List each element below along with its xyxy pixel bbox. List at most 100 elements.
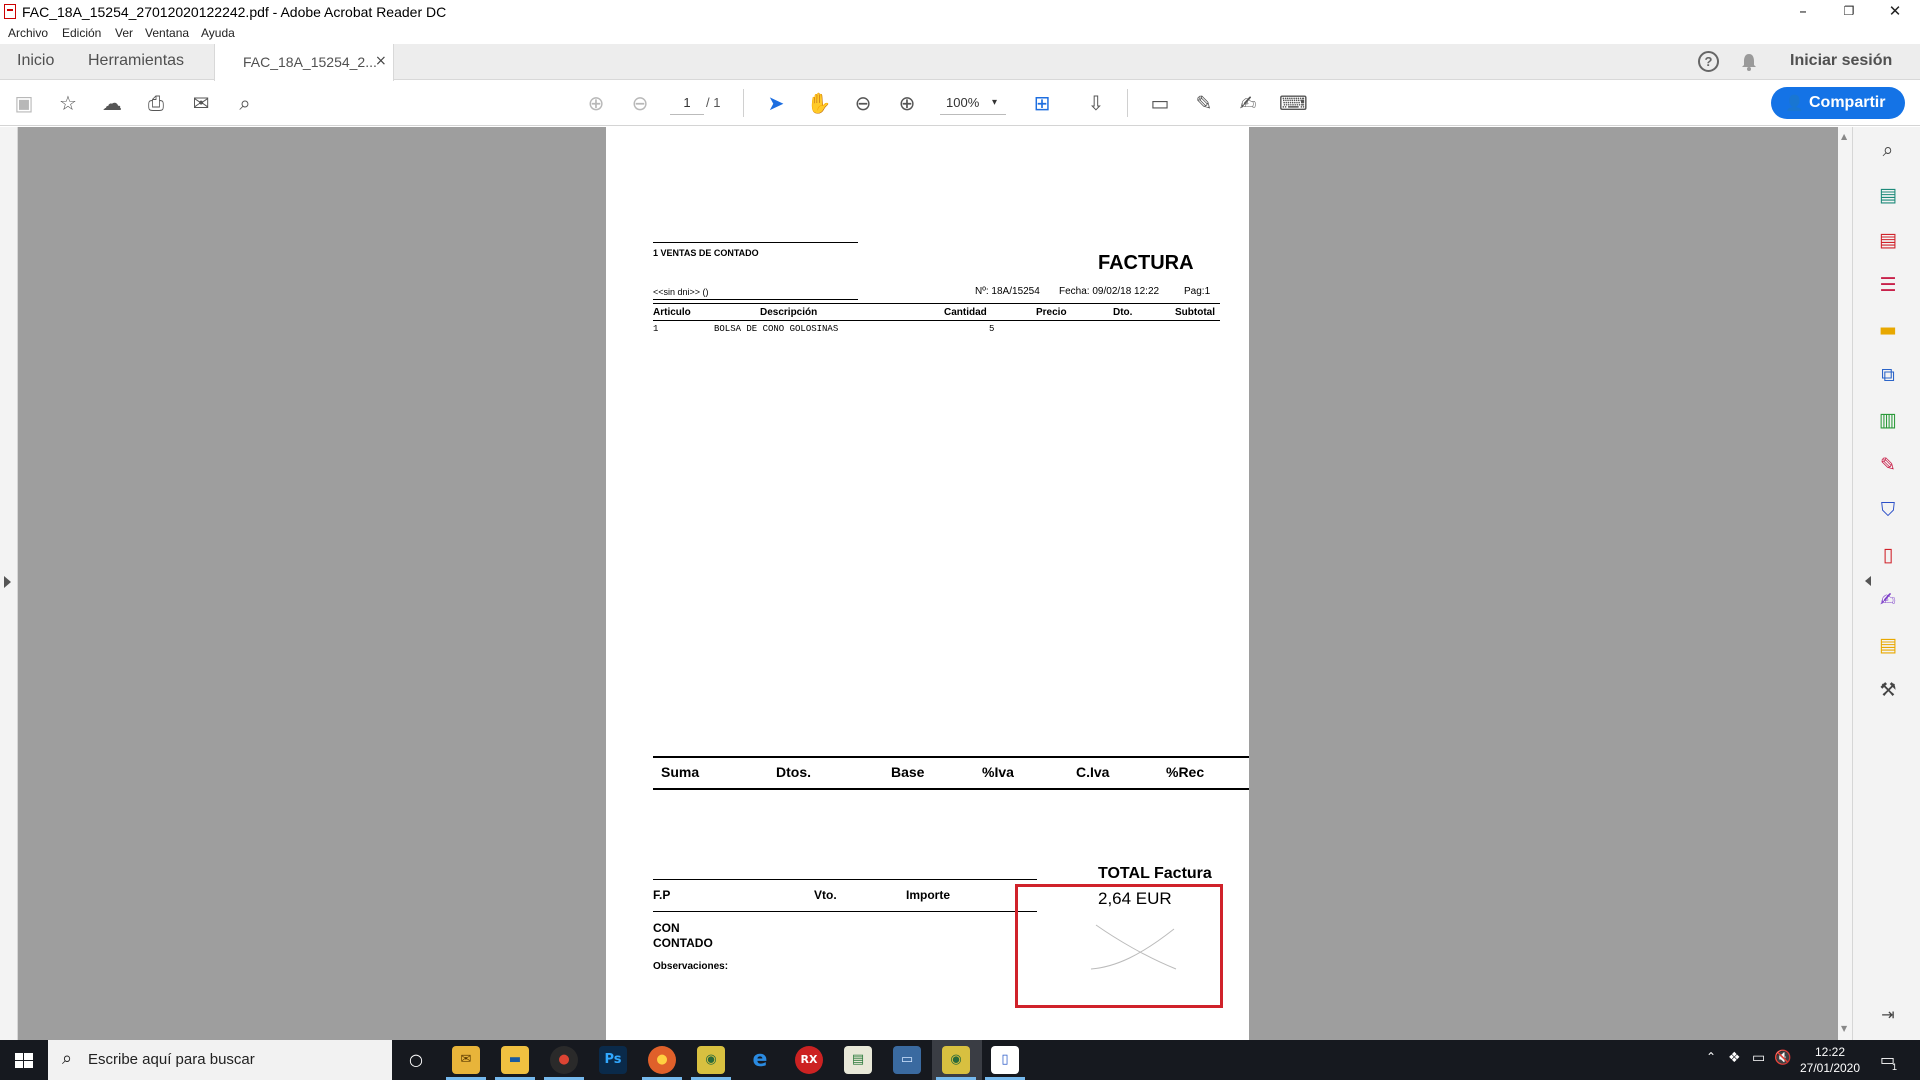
- title-bar: FAC_18A_15254_27012020122242.pdf - Adobe…: [0, 0, 1920, 24]
- acrobat-doc-icon[interactable]: ▯: [991, 1046, 1019, 1074]
- sign-icon[interactable]: ✍: [1235, 90, 1261, 116]
- invoice-number: Nº: 18A/15254: [975, 286, 1040, 297]
- mail-folder-icon[interactable]: ✉: [452, 1046, 480, 1074]
- window-app-icon[interactable]: ▭: [893, 1046, 921, 1074]
- totals-dtos: Dtos.: [776, 764, 811, 780]
- file-explorer-icon[interactable]: ▬: [501, 1046, 529, 1074]
- tools-icon[interactable]: ⚒: [1875, 677, 1901, 703]
- zoom-select[interactable]: 100% ▾: [940, 93, 1006, 115]
- chrome-icon[interactable]: ●: [550, 1046, 578, 1074]
- taskbar-clock[interactable]: 12:22 27/01/2020: [1794, 1044, 1866, 1076]
- hand-tool-icon[interactable]: ✋: [806, 90, 832, 116]
- rx-icon[interactable]: RX: [795, 1046, 823, 1074]
- collapse-right-icon[interactable]: [1865, 576, 1871, 586]
- zoom-out-icon[interactable]: ⊖: [850, 90, 876, 116]
- scan-icon[interactable]: ▥: [1875, 407, 1901, 433]
- firefox-icon[interactable]: ●: [648, 1046, 676, 1074]
- notepad-icon[interactable]: ▤: [844, 1046, 872, 1074]
- zoom-icon[interactable]: ⌕: [1875, 137, 1901, 163]
- add-user-icon: 👤: [1785, 94, 1804, 112]
- tab-document[interactable]: FAC_18A_15254_2... ×: [214, 44, 394, 81]
- totals-suma: Suma: [661, 764, 700, 780]
- menu-bar: Archivo Edición Ver Ventana Ayuda: [0, 24, 1920, 44]
- divider: [653, 320, 1220, 321]
- close-tab-icon[interactable]: ×: [375, 53, 387, 69]
- upload-cloud-icon[interactable]: ☁: [99, 90, 125, 116]
- windows-logo-icon: [15, 1053, 33, 1068]
- photoshop-icon[interactable]: Ps: [599, 1046, 627, 1074]
- protect-icon[interactable]: ⛉: [1875, 497, 1901, 523]
- totals-base: Base: [891, 764, 925, 780]
- fit-page-icon[interactable]: ⊞: [1029, 90, 1055, 116]
- fill-sign-icon[interactable]: ✎: [1875, 452, 1901, 478]
- menu-ver[interactable]: Ver: [115, 26, 133, 40]
- combine-files-icon[interactable]: ⧉: [1875, 362, 1901, 388]
- page-down-icon[interactable]: ⊖: [627, 90, 653, 116]
- cortana-icon[interactable]: ○: [402, 1046, 430, 1074]
- vertical-scrollbar[interactable]: ▲ ▼: [1838, 127, 1852, 1040]
- restore-button[interactable]: ❐: [1826, 0, 1872, 24]
- divider: [653, 299, 858, 300]
- customer-group: 1 VENTAS DE CONTADO: [653, 248, 759, 258]
- page-up-icon[interactable]: ⊕: [583, 90, 609, 116]
- export-pdf-icon[interactable]: ▤: [1875, 227, 1901, 253]
- tab-herramientas[interactable]: Herramientas: [88, 52, 184, 70]
- left-panel-toggle[interactable]: [0, 127, 18, 1040]
- tab-bar: Inicio Herramientas FAC_18A_15254_2... ×…: [0, 44, 1920, 81]
- toolbar-separator: [1127, 89, 1128, 117]
- tab-inicio[interactable]: Inicio: [17, 52, 54, 70]
- divider: [653, 788, 1249, 790]
- scroll-down-icon[interactable]: ▼: [1841, 1024, 1847, 1033]
- payment-importe: Importe: [906, 888, 951, 902]
- divider: [653, 879, 1037, 880]
- zoom-in-icon[interactable]: ⊕: [894, 90, 920, 116]
- comment-icon[interactable]: ▭: [1147, 90, 1173, 116]
- payment-method-line2: CONTADO: [653, 936, 713, 950]
- sign-icon[interactable]: ✍: [1875, 587, 1901, 613]
- comment-icon[interactable]: ▬: [1875, 317, 1901, 343]
- edge-icon[interactable]: e: [746, 1046, 774, 1074]
- payment-vto: Vto.: [814, 888, 837, 902]
- menu-ventana[interactable]: Ventana: [145, 26, 189, 40]
- scroll-mode-icon[interactable]: ⇩: [1083, 90, 1109, 116]
- col-cantidad: Cantidad: [944, 307, 987, 318]
- collapse-panel-icon[interactable]: ⇥: [1875, 1002, 1901, 1028]
- pdf-file-icon: [4, 4, 16, 19]
- organize-pages-icon[interactable]: ☰: [1875, 272, 1901, 298]
- select-arrow-icon[interactable]: ➤: [763, 90, 789, 116]
- tray-chevron-icon[interactable]: ⌃: [1706, 1050, 1716, 1064]
- menu-archivo[interactable]: Archivo: [8, 26, 48, 40]
- dropbox-icon[interactable]: ❖: [1728, 1050, 1741, 1066]
- menu-edicion[interactable]: Edición: [62, 26, 101, 40]
- search-zoom-icon[interactable]: ⌕: [232, 90, 258, 116]
- volume-muted-icon[interactable]: 🔇: [1774, 1050, 1791, 1066]
- help-icon[interactable]: ?: [1698, 51, 1719, 72]
- menu-ayuda[interactable]: Ayuda: [201, 26, 235, 40]
- yellow-app-active-icon[interactable]: ◉: [942, 1046, 970, 1074]
- bookmark-star-icon[interactable]: ☆: [55, 90, 81, 116]
- more-tools-icon[interactable]: ⌨: [1279, 90, 1308, 116]
- network-icon[interactable]: ▭: [1752, 1050, 1765, 1066]
- mail-icon[interactable]: ✉: [188, 90, 214, 116]
- taskbar-search[interactable]: ⌕ Escribe aquí para buscar: [48, 1040, 392, 1080]
- minimize-button[interactable]: –: [1780, 0, 1826, 24]
- scroll-up-icon[interactable]: ▲: [1841, 132, 1847, 141]
- invoice-date: Fecha: 09/02/18 12:22: [1059, 286, 1160, 297]
- share-button[interactable]: 👤 Compartir: [1771, 87, 1905, 119]
- notification-bell-icon[interactable]: [1740, 52, 1758, 72]
- row-cantidad: 5: [989, 324, 995, 334]
- create-pdf-icon[interactable]: ▤: [1875, 182, 1901, 208]
- start-button[interactable]: [0, 1040, 48, 1080]
- invoice-page: Pag:1: [1184, 286, 1211, 297]
- print-icon[interactable]: ⎙: [143, 90, 169, 116]
- page-number-input[interactable]: 1: [670, 93, 704, 115]
- send-track-icon[interactable]: ▤: [1875, 632, 1901, 658]
- signin-button[interactable]: Iniciar sesión: [1790, 52, 1892, 70]
- pdf-icon[interactable]: ▯: [1875, 542, 1901, 568]
- yellow-app-icon[interactable]: ◉: [697, 1046, 725, 1074]
- save-icon[interactable]: ▣: [11, 90, 37, 116]
- col-descripcion: Descripción: [760, 307, 818, 318]
- close-window-button[interactable]: ✕: [1872, 0, 1918, 24]
- col-dto: Dto.: [1113, 307, 1133, 318]
- highlight-pen-icon[interactable]: ✎: [1191, 90, 1217, 116]
